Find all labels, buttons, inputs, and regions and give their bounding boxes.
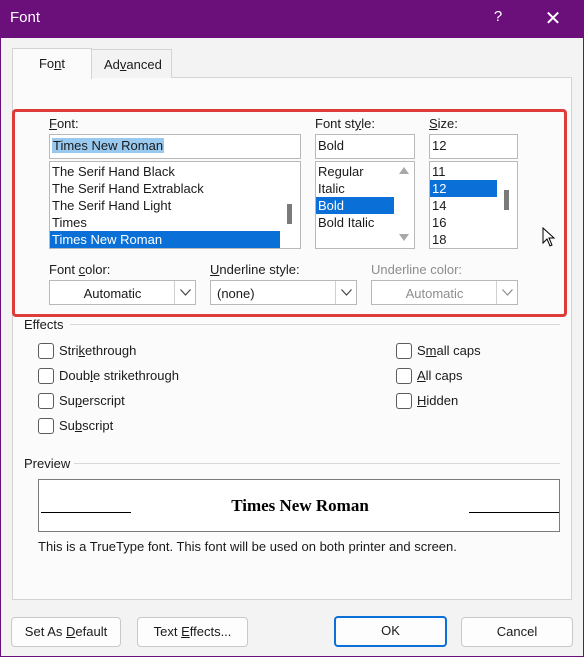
checkbox-label-post: script <box>82 418 114 433</box>
preview-title: Preview <box>24 456 71 471</box>
checkbox[interactable] <box>38 393 54 409</box>
title-bar: Font ? ✕ <box>0 0 584 38</box>
checkbox[interactable] <box>38 343 54 359</box>
effects-divider <box>70 324 560 325</box>
window-title: Font <box>10 9 41 26</box>
set-as-default-button[interactable]: Set As Default <box>11 617 121 647</box>
checkbox-label[interactable]: Superscript <box>59 393 125 408</box>
highlight-box <box>12 109 567 317</box>
preview-note: This is a TrueType font. This font will … <box>38 539 457 554</box>
checkbox[interactable] <box>38 418 54 434</box>
close-button[interactable]: ✕ <box>538 5 568 33</box>
checkbox-label-post: idden <box>426 393 459 408</box>
window-border-left <box>0 38 1 657</box>
checkbox-label-pre: Su <box>59 393 75 408</box>
preview-sample-text: Times New Roman <box>231 496 369 515</box>
checkbox-label-pre: S <box>417 343 426 358</box>
checkbox[interactable] <box>396 368 412 384</box>
text-effects-label-pre: Text <box>153 624 182 639</box>
checkbox-label-pre: Su <box>59 418 75 433</box>
checkbox-label[interactable]: Hidden <box>417 393 458 408</box>
tab-advanced[interactable]: Advanced <box>92 49 172 78</box>
text-effects-button[interactable]: Text Effects... <box>137 617 248 647</box>
preview-divider <box>74 463 560 464</box>
effects-title: Effects <box>24 317 64 332</box>
checkbox-label-pre: Stri <box>59 343 79 358</box>
checkbox-label-accel: H <box>417 393 427 408</box>
set-default-label-pre: Set As <box>24 624 66 639</box>
tab-advanced-label-post: anced <box>126 57 162 72</box>
preview-baseline-right <box>469 512 559 513</box>
checkbox-label-post: all caps <box>436 343 481 358</box>
tab-font-label-post: t <box>61 56 66 71</box>
preview-box: Times New Roman <box>38 479 560 532</box>
ok-button[interactable]: OK <box>334 616 447 647</box>
mouse-cursor-icon <box>542 227 556 247</box>
checkbox-label-accel: m <box>425 343 437 358</box>
checkbox-label-post: e strikethrough <box>92 368 179 383</box>
checkbox-label[interactable]: Small caps <box>417 343 481 358</box>
text-effects-label-post: ffects... <box>189 624 232 639</box>
cancel-button[interactable]: Cancel <box>461 617 573 647</box>
set-default-label-accel: D <box>66 624 76 639</box>
checkbox[interactable] <box>38 368 54 384</box>
checkbox-label[interactable]: Strikethrough <box>59 343 136 358</box>
checkbox-label-pre: Doub <box>59 368 91 383</box>
tab-advanced-label-pre: Ad <box>104 57 120 72</box>
checkbox-label[interactable]: Double strikethrough <box>59 368 179 383</box>
checkbox-label[interactable]: Subscript <box>59 418 113 433</box>
tab-font-label-pre: Fo <box>38 56 55 71</box>
text-effects-label-accel: E <box>181 624 190 639</box>
checkbox-label-accel: A <box>417 368 426 383</box>
checkbox-label-post: erscript <box>82 393 125 408</box>
checkbox-label[interactable]: All caps <box>417 368 463 383</box>
checkbox-label-post: ethrough <box>85 343 137 358</box>
checkbox[interactable] <box>396 343 412 359</box>
tab-font[interactable]: Font <box>12 48 92 79</box>
checkbox-label-post: ll caps <box>425 368 463 383</box>
checkbox[interactable] <box>396 393 412 409</box>
set-default-label-post: efault <box>75 624 108 639</box>
help-button[interactable]: ? <box>486 8 510 30</box>
